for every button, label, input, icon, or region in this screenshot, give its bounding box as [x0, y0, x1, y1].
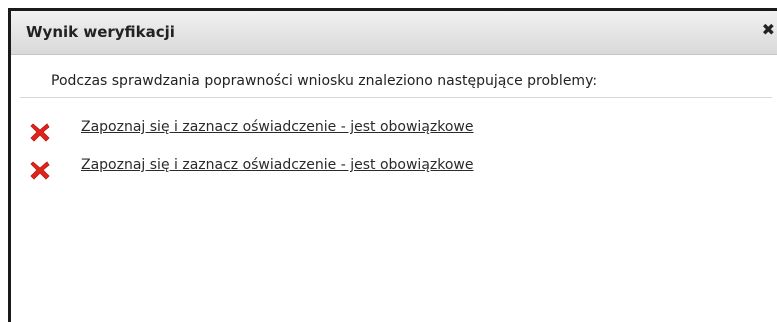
problem-link[interactable]: Zapoznaj się i zaznacz oświadczenie - je…	[81, 157, 474, 173]
dialog-message: Podczas sprawdzania poprawności wniosku …	[51, 73, 598, 89]
dialog-titlebar: Wynik weryfikacji ✖	[11, 11, 777, 55]
dialog-title: Wynik weryfikacji	[26, 23, 175, 41]
problem-link[interactable]: Zapoznaj się i zaznacz oświadczenie - je…	[81, 119, 474, 135]
close-icon[interactable]: ✖	[762, 22, 775, 38]
error-x-icon	[30, 161, 50, 180]
verification-dialog: Wynik weryfikacji ✖ Podczas sprawdzania …	[8, 8, 777, 322]
divider	[20, 97, 772, 98]
error-x-icon	[30, 123, 50, 142]
